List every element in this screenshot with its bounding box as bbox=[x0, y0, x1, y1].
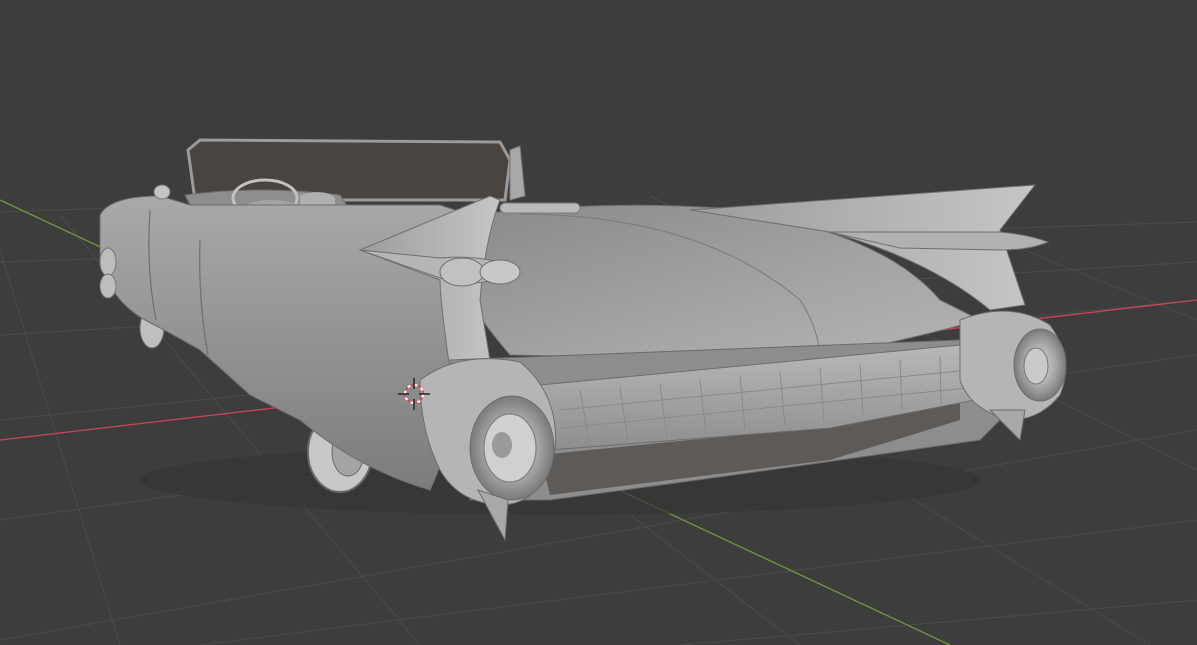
chrome-strip bbox=[499, 202, 581, 214]
headlight bbox=[99, 247, 117, 277]
car-model[interactable] bbox=[99, 138, 1067, 542]
3d-viewport[interactable] bbox=[0, 0, 1197, 645]
viewport-canvas[interactable] bbox=[0, 0, 1197, 645]
side-mirror bbox=[153, 184, 171, 200]
